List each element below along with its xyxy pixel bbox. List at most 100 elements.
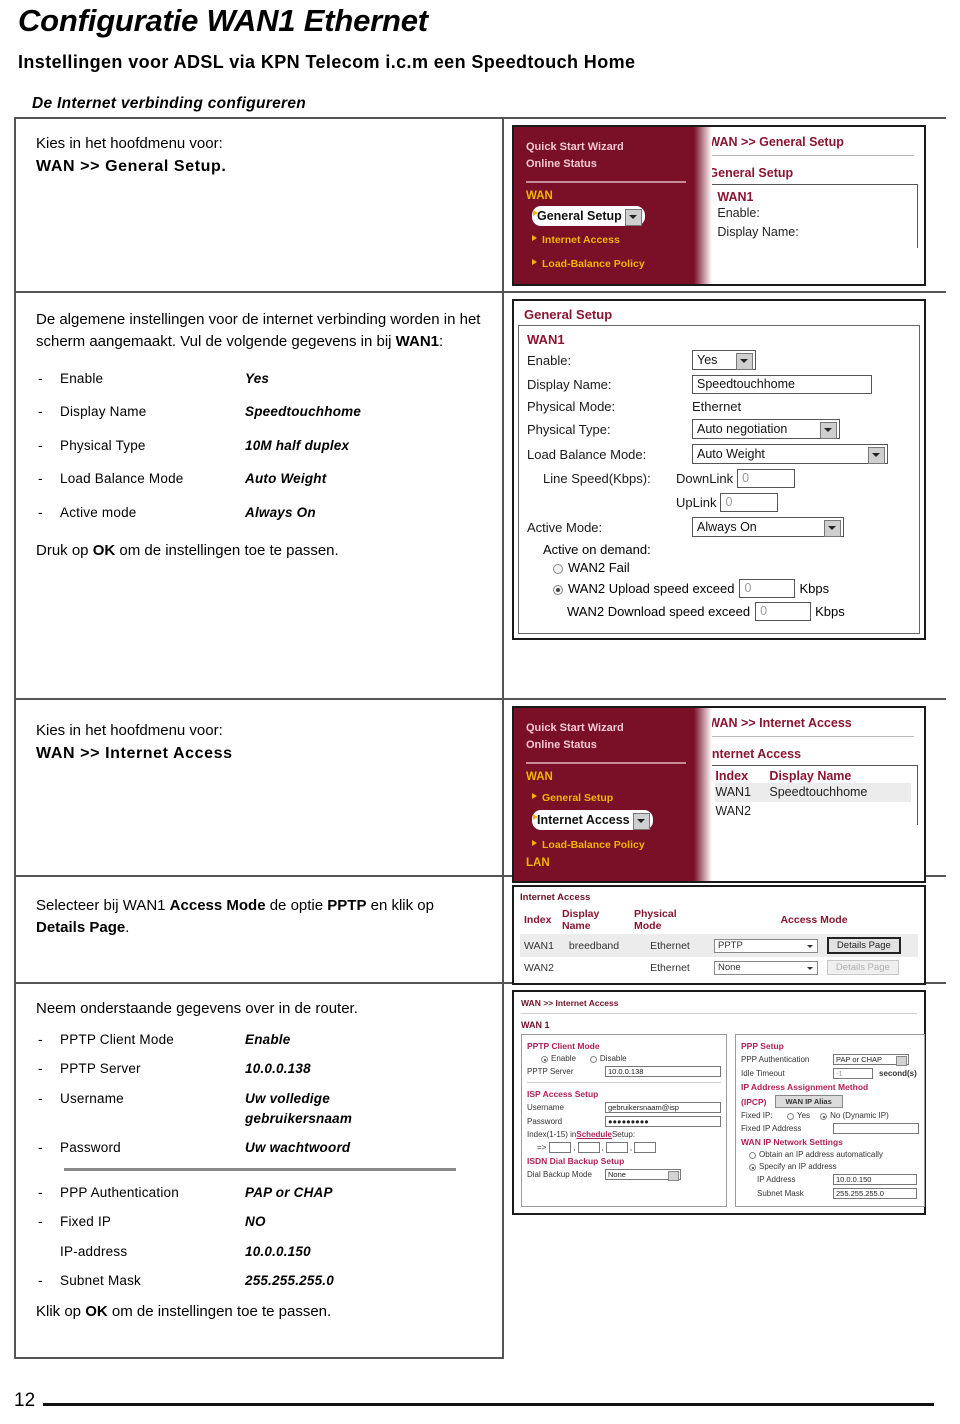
schedule-link[interactable]: Schedule [576,1130,612,1139]
field-display-name-label: Display Name: [717,225,799,240]
radio-icon-specify[interactable] [749,1164,756,1172]
pptp-server-input[interactable]: 10.0.0.138 [605,1066,721,1078]
triangle-icon [532,235,537,242]
isdn-dial-backup-title: ISDN Dial Backup Setup [527,1156,625,1167]
ppp-auth-select[interactable]: PAP or CHAP [833,1054,909,1067]
cell-display-name [558,957,630,978]
nav-quick-start[interactable]: Quick Start Wizard [526,720,686,737]
settings-list: - Enable Yes - Display Name Speedtouchhome -… [38,369,486,523]
radio-icon-disable[interactable] [589,1056,597,1064]
ppp-auth-row: PPP Authentication PAP or CHAP [741,1054,919,1067]
downlink-input[interactable]: 0 [737,469,796,489]
password-input[interactable]: ●●●●●●●●● [605,1116,721,1128]
cell-access-mode: None Details Page [710,957,918,978]
content-row-1: Kies in het hoofdmenu voor: WAN >> Gener… [14,117,946,292]
setting-key: Password [60,1140,121,1156]
table-row: WAN1 breedband Ethernet PPTP Details Pag… [520,934,918,958]
access-mode-select-wan1[interactable]: PPTP [714,939,818,954]
wan2-upload-value: 0 [744,581,752,596]
nav-online-status[interactable]: Online Status [526,737,686,754]
nav-item-internet-access[interactable]: Internet Access [532,810,653,831]
dial-backup-select[interactable]: None [605,1169,681,1182]
nav-online-status[interactable]: Online Status [526,156,686,173]
nav-item-general-setup[interactable]: General Setup [532,790,617,807]
list-item: - Fixed IP NO [38,1212,486,1232]
content-row-3: Kies in het hoofdmenu voor: WAN >> Inter… [14,698,946,883]
details-page-button-wan2: Details Page [826,960,899,976]
wan2-download-input[interactable]: 0 [755,602,812,622]
setting-key: Username [60,1090,124,1106]
schedule-box-2[interactable] [577,1142,600,1154]
col-index-header: Index [715,769,749,784]
divider [527,1082,721,1084]
schedule-box-1[interactable] [549,1142,572,1154]
schedule-box-4[interactable] [634,1142,657,1154]
physical-type-select[interactable]: Auto negotiation [692,419,840,440]
obtain-ip-row[interactable]: Obtain an IP address automatically [741,1150,919,1160]
nav-item-label: Load-Balance Policy [542,838,645,851]
radio-icon-fixed-yes[interactable] [787,1113,794,1121]
fixed-ip-address-row: Fixed IP Address [741,1123,919,1135]
radio-icon[interactable] [553,563,563,574]
pptp-enable-disable-row: Enable Disable [527,1054,721,1064]
wan-label: WAN1 [527,332,565,348]
setting-value: PAP or CHAP [245,1184,333,1200]
setting-value: Auto Weight [245,471,327,487]
wan2-upload-input[interactable]: 0 [739,579,796,599]
section-heading: De Internet verbinding configureren [32,95,307,113]
option-label: WAN2 Download speed exceed [567,604,751,620]
nav-item-label: Internet Access [537,813,630,828]
general-setup-header: General Setup [524,307,613,323]
schedule-box-3[interactable] [605,1142,628,1154]
router-screenshot-access-table: Internet Access Index Display Name Physi… [512,885,926,986]
nav-item-load-balance-policy[interactable]: Load-Balance Policy [532,256,649,273]
setting-value: Uw wachtwoord [245,1140,351,1156]
nav-item-internet-access[interactable]: Internet Access [532,232,624,249]
step1-line2: WAN >> General Setup. [36,157,227,175]
list-item: - PPP Authentication PAP or CHAP [38,1183,486,1203]
field-row-physical-type: Physical Type: Auto negotiation [527,419,911,440]
enable-select[interactable]: Yes [692,350,756,371]
fixed-ip-address-input[interactable] [833,1123,919,1135]
field-label: Enable: [527,352,572,368]
nav-divider [526,181,687,184]
option-wan2-upload[interactable]: WAN2 Upload speed exceed 0 Kbps [527,579,911,599]
idle-timeout-input[interactable]: -1 [833,1068,873,1080]
nav-item-load-balance-policy[interactable]: Load-Balance Policy [532,837,649,854]
details-page-button-wan1[interactable]: Details Page [826,937,901,955]
option-wan2-fail[interactable]: WAN2 Fail [527,560,911,575]
triangle-icon [532,839,537,846]
wan-ip-alias-button[interactable]: WAN IP Alias [774,1095,843,1109]
display-name-input[interactable]: Speedtouchhome [692,375,872,395]
username-input[interactable]: gebruikersnaam@isp [605,1102,721,1114]
setting-value: 10.0.0.138 [245,1061,311,1077]
active-mode-select[interactable]: Always On [692,517,844,538]
step2-footer-pre: Druk op [36,542,93,560]
index-label-pre: Index(1-15) in [527,1130,577,1140]
list-item: - Password Uw wachtwoord [38,1138,486,1158]
uplink-input[interactable]: 0 [720,493,779,513]
triangle-icon [533,210,538,217]
ip-address-input[interactable]: 10.0.0.150 [833,1174,917,1186]
specify-ip-row[interactable]: Specify an IP address [741,1162,919,1172]
dash: - [38,1273,43,1289]
radio-icon-fixed-no[interactable] [820,1113,828,1121]
ip-address-label: IP Address [757,1175,796,1185]
radio-icon[interactable] [553,584,563,595]
load-balance-mode-select[interactable]: Auto Weight [692,444,888,465]
access-mode-select-wan2[interactable]: None [714,961,818,976]
radio-icon-enable[interactable] [541,1056,548,1064]
setting-value: Yes [245,370,270,386]
nav-quick-start[interactable]: Quick Start Wizard [526,139,686,156]
schedule-index-row: Index(1-15) in Schedule Setup: [527,1130,721,1139]
nav-item-general-setup[interactable]: General Setup [532,206,645,227]
step3-line1: Kies in het hoofdmenu voor: [36,722,223,740]
radio-icon-obtain[interactable] [749,1152,756,1160]
setting-key: Physical Type [60,437,146,453]
table-row: WAN2 [715,802,911,821]
list-item: - PPTP Server 10.0.0.138 [38,1059,486,1079]
divider [521,1013,917,1015]
subnet-mask-input[interactable]: 255.255.255.0 [833,1188,917,1200]
idle-timeout-value: -1 [836,1069,843,1079]
breadcrumb: WAN >> Internet Access [521,998,619,1009]
